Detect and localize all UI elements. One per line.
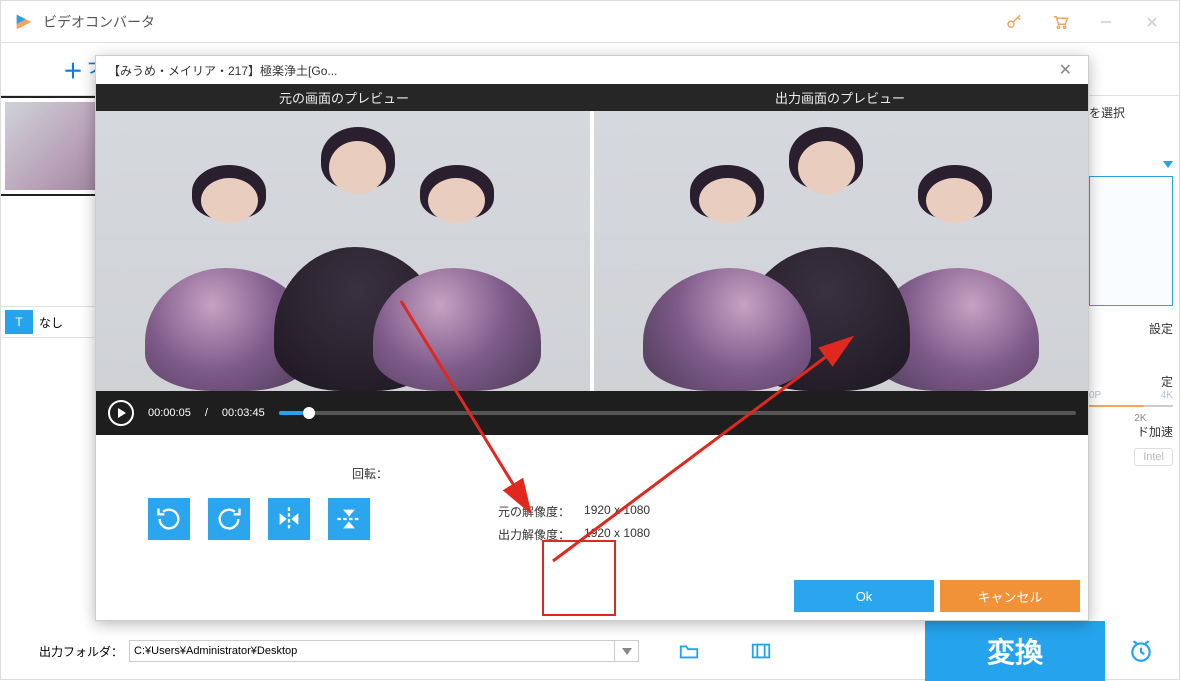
rotate-ccw-90-button[interactable] [148,498,190,540]
original-header: 元の画面のプレビュー [96,84,592,111]
main-titlebar: ビデオコンバータ [1,1,1179,43]
time-current: 00:00:05 [148,407,191,419]
play-icon [118,408,126,418]
minimize-button[interactable] [1083,1,1129,43]
resolution-scale: 0P4K [1089,390,1173,401]
app-title: ビデオコンバータ [43,12,991,32]
convert-button[interactable]: 変換 [925,621,1105,681]
playback-bar: 00:00:05 / 00:03:45 [96,391,1088,435]
settings-button[interactable]: 設定 [1089,320,1173,337]
dialog-titlebar: 【みうめ・メイリア・217】極楽浄土[Go... ✕ [96,56,1088,84]
flip-horizontal-button[interactable] [268,498,310,540]
flip-vertical-button[interactable] [328,498,370,540]
select-label: を選択 [1089,104,1173,121]
cancel-button[interactable]: キャンセル [940,580,1080,612]
preset-label: 定 [1089,373,1173,390]
rotate-buttons [136,498,388,540]
out-res-value: 1920 x 1080 [584,526,650,543]
intel-badge: Intel [1134,448,1173,466]
right-panel: を選択 設定 定 0P4K ド加速 Intel [1089,96,1179,595]
original-preview [96,111,590,391]
hw-accel-label: ド加速 [1089,423,1173,440]
orig-res-label: 元の解像度： [498,503,570,520]
subtitle-chip[interactable]: T [5,310,33,334]
controls-area: 回転： 元の解像度： 1920 x 1080 出力解像度： 1920 x 1080 [96,435,1088,580]
rotate-label: 回転： [136,465,388,482]
key-icon[interactable] [991,1,1037,43]
dialog-close-icon[interactable]: ✕ [1055,60,1076,80]
out-res-label: 出力解像度： [498,526,570,543]
output-header: 出力画面のプレビュー [592,84,1088,111]
dialog-buttons: Ok キャンセル [96,580,1088,620]
cart-icon[interactable] [1037,1,1083,43]
resolution-info: 元の解像度： 1920 x 1080 出力解像度： 1920 x 1080 [498,465,650,580]
output-preview [590,111,1088,391]
preview-headers: 元の画面のプレビュー 出力画面のプレビュー [96,84,1088,111]
resolution-slider[interactable] [1089,405,1173,407]
edit-dialog: 【みうめ・メイリア・217】極楽浄土[Go... ✕ 元の画面のプレビュー 出力… [95,55,1089,621]
app-logo-icon [13,11,35,33]
preview-row [96,111,1088,391]
open-folder-icon[interactable] [667,635,711,667]
dialog-title: 【みうめ・メイリア・217】極楽浄土[Go... [108,62,337,79]
subtitle-value: なし [33,314,63,331]
time-total: 00:03:45 [222,407,265,419]
play-button[interactable] [108,400,134,426]
close-button[interactable] [1129,1,1175,43]
orig-res-value: 1920 x 1080 [584,503,650,520]
schedule-icon[interactable] [1111,638,1171,664]
merge-icon[interactable] [739,635,783,667]
rotate-cw-90-button[interactable] [208,498,250,540]
seek-slider[interactable] [279,411,1076,415]
output-folder-input[interactable] [129,640,615,662]
profile-card[interactable] [1089,176,1173,306]
output-folder-dropdown[interactable] [615,640,639,662]
time-sep: / [205,407,208,419]
bottom-bar: 出力フォルダ： 変換 [1,629,1179,673]
output-folder-label: 出力フォルダ： [39,643,123,660]
ok-button[interactable]: Ok [794,580,934,612]
chevron-down-icon[interactable] [1163,161,1173,168]
